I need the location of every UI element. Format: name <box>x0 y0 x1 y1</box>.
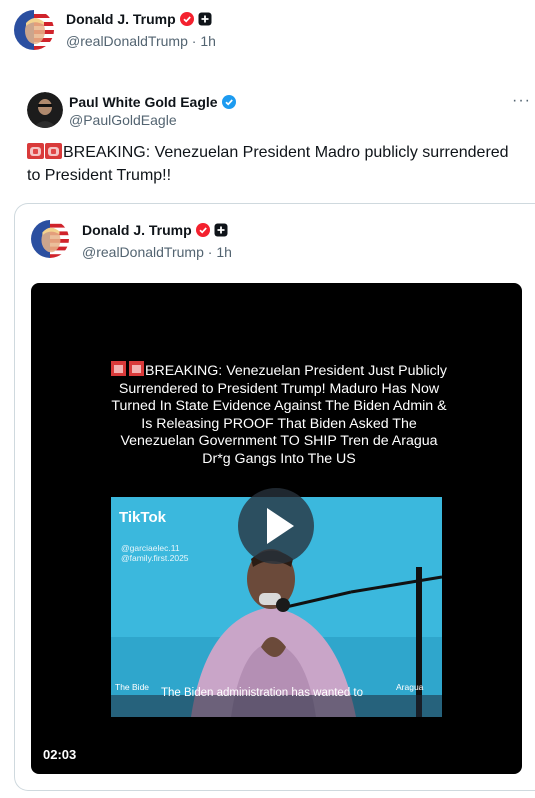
post-author-handle[interactable]: @PaulGoldEagle <box>69 112 177 128</box>
video-caption: BREAKING: Venezuelan President Just Publ… <box>109 361 449 468</box>
quote-author-name[interactable]: Donald J. Trump <box>82 222 228 238</box>
subtitle-left: The Bide <box>115 682 150 692</box>
avatar-trump[interactable] <box>14 10 54 50</box>
quote-author-handle[interactable]: @realDonaldTrump <box>82 244 204 260</box>
affiliate-badge-icon <box>214 223 228 237</box>
affiliate-badge-icon <box>198 12 212 26</box>
author-name-text[interactable]: Donald J. Trump <box>66 11 176 27</box>
author-handle-row: @realDonaldTrump · 1h <box>66 33 216 49</box>
post-author-name-text[interactable]: Paul White Gold Eagle <box>69 94 218 110</box>
tiktok-username-2: @family.first.2025 <box>121 553 189 563</box>
tiktok-username: @garciaelec.11 @family.first.2025 <box>121 543 189 563</box>
quote-author-name-text[interactable]: Donald J. Trump <box>82 222 192 238</box>
play-icon <box>267 508 294 544</box>
more-icon[interactable]: ··· <box>512 92 531 110</box>
verified-badge-icon <box>221 95 236 109</box>
police-light-icon <box>45 143 62 159</box>
avatar-trump-quote[interactable] <box>31 220 69 258</box>
video-player[interactable]: BREAKING: Venezuelan President Just Publ… <box>31 283 522 774</box>
author-handle[interactable]: @realDonaldTrump <box>66 33 188 49</box>
verified-badge-icon <box>195 223 210 237</box>
police-light-icon <box>110 361 145 377</box>
police-light-icon <box>27 143 44 159</box>
quote-time[interactable]: 1h <box>216 244 232 260</box>
post-text-content: BREAKING: Venezuelan President Madro pub… <box>27 144 509 184</box>
tiktok-username-1: @garciaelec.11 <box>121 543 180 553</box>
video-subtitle: The Biden administration has wanted to <box>161 687 364 699</box>
subtitle-right: Aragua <box>396 682 424 692</box>
author-name[interactable]: Donald J. Trump <box>66 11 212 27</box>
play-button[interactable] <box>238 488 314 564</box>
separator-dot: · <box>207 244 213 260</box>
post-time[interactable]: 1h <box>200 33 216 49</box>
tiktok-logo: TikTok <box>119 509 166 526</box>
post-author-name[interactable]: Paul White Gold Eagle <box>69 94 236 110</box>
video-caption-text: BREAKING: Venezuelan President Just Publ… <box>111 363 448 467</box>
verified-badge-icon <box>179 12 194 26</box>
avatar-paul[interactable] <box>27 92 63 128</box>
post-text: BREAKING: Venezuelan President Madro pub… <box>27 141 522 187</box>
quote-handle-row: @realDonaldTrump · 1h <box>82 244 232 260</box>
separator-dot: · <box>191 33 197 49</box>
video-duration: 02:03 <box>39 745 81 764</box>
